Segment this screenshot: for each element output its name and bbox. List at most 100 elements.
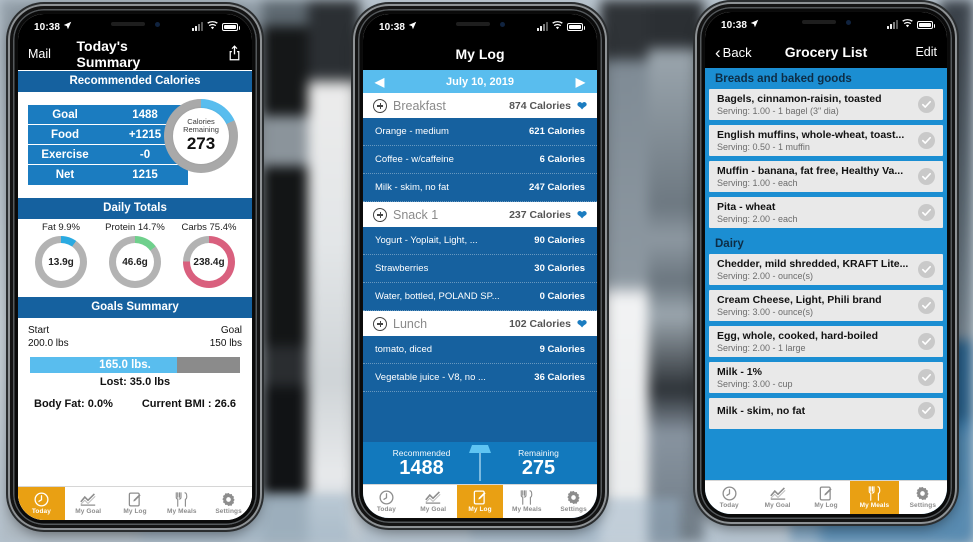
wifi-icon: [902, 19, 913, 31]
food-row[interactable]: Orange - medium 621 Calories: [363, 118, 597, 146]
list-item[interactable]: Cream Cheese, Light, Phili brand Serving:…: [709, 290, 943, 321]
earpiece-speaker: [110, 22, 145, 26]
meal-header-row[interactable]: Snack 1 237 Calories ❤: [363, 202, 597, 227]
tab-settings[interactable]: Settings: [899, 481, 947, 514]
list-item[interactable]: Milk - 1% Serving: 3.00 - cup: [709, 362, 943, 393]
tab-today[interactable]: Today: [363, 485, 410, 518]
checkmark-icon[interactable]: [918, 132, 935, 149]
tab-today[interactable]: Today: [705, 481, 753, 514]
recommended-value: 1488: [399, 456, 444, 479]
checkmark-icon[interactable]: [918, 168, 935, 185]
macro-ring: 46.6g: [109, 236, 161, 288]
food-row[interactable]: Coffee - w/caffeine 6 Calories: [363, 146, 597, 174]
earpiece-speaker: [455, 22, 490, 26]
calories-table: Goal 1488 Food +1215 Exercise -0 Net 121…: [28, 105, 188, 185]
favorite-heart-icon[interactable]: ❤: [577, 317, 587, 331]
meal-name: Snack 1: [393, 207, 439, 222]
tab-label: Settings: [909, 502, 937, 509]
macro-value: 46.6g: [116, 243, 154, 281]
add-food-icon[interactable]: [373, 98, 387, 113]
food-row[interactable]: Strawberries 30 Calories: [363, 255, 597, 283]
meal-calories: 237 Calories: [509, 208, 571, 221]
tab-my-meals[interactable]: My Meals: [158, 487, 205, 520]
checkmark-icon[interactable]: [918, 204, 935, 221]
food-row[interactable]: tomato, diced 9 Calories: [363, 336, 597, 364]
donut-value: 273: [186, 134, 216, 154]
food-calories: 247 Calories: [529, 182, 585, 193]
battery-icon: [917, 21, 935, 29]
tab-label: My Meals: [511, 506, 542, 513]
add-food-icon[interactable]: [373, 316, 387, 331]
tab-settings[interactable]: Settings: [550, 485, 597, 518]
tab-my-log[interactable]: My Log: [456, 485, 504, 518]
item-name: English muffins, whole-wheat, toast...: [717, 129, 905, 141]
food-calories: 621 Calories: [529, 126, 585, 137]
list-item[interactable]: Milk - skim, no fat: [709, 398, 943, 429]
checkmark-icon[interactable]: [918, 402, 935, 419]
food-row[interactable]: Vegetable juice - V8, no ... 36 Calories: [363, 364, 597, 392]
clock-icon: [379, 490, 394, 505]
food-calories: 0 Calories: [539, 291, 585, 302]
favorite-heart-icon[interactable]: ❤: [577, 208, 587, 222]
tab-label: Today: [719, 502, 739, 509]
fork-knife-icon: [868, 486, 881, 501]
page-title: My Log: [455, 46, 505, 62]
phone1-navbar: Mail Today's Summary: [18, 38, 252, 70]
front-camera: [499, 21, 505, 27]
tab-my-goal[interactable]: My Goal: [753, 481, 801, 514]
cellular-bars-icon: [537, 22, 548, 31]
list-item[interactable]: Bagels, cinnamon-raisin, toasted Serving:…: [709, 89, 943, 120]
share-icon[interactable]: [227, 44, 242, 64]
food-log-list: Breakfast 874 Calories ❤ Orange - medium 621…: [363, 93, 597, 392]
list-item[interactable]: Muffin - banana, fat free, Healthy Va...…: [709, 161, 943, 192]
add-food-icon[interactable]: [373, 207, 387, 222]
front-camera: [845, 19, 851, 25]
phone3-screen: 10:38 ‹ Back Grocery List Edit Breads an…: [705, 12, 947, 514]
goals-summary-header: Goals Summary: [18, 296, 252, 319]
food-row[interactable]: Milk - skim, no fat 247 Calories: [363, 174, 597, 202]
food-calories: 90 Calories: [534, 235, 585, 246]
food-name: Coffee - w/caffeine: [375, 154, 454, 165]
food-row[interactable]: Yogurt - Yoplait, Light, ... 90 Calories: [363, 227, 597, 255]
food-name: Yogurt - Yoplait, Light, ...: [375, 235, 478, 246]
table-row: Exercise -0: [28, 145, 188, 165]
item-name: Muffin - banana, fat free, Healthy Va...: [717, 165, 904, 177]
list-item[interactable]: Egg, whole, cooked, hard-boiled Serving: …: [709, 326, 943, 357]
mail-back-button[interactable]: Mail: [28, 47, 51, 61]
item-serving: Serving: 3.00 - cup: [717, 379, 793, 389]
tab-my-goal[interactable]: My Goal: [65, 487, 112, 520]
back-button[interactable]: ‹ Back: [715, 44, 752, 61]
meal-header-row[interactable]: Breakfast 874 Calories ❤: [363, 93, 597, 118]
checkmark-icon[interactable]: [918, 96, 935, 113]
tab-label: My Meals: [859, 502, 890, 509]
macros-row: Fat 9.9% 13.9g Protein 14.7% 46.6g Carbs…: [18, 220, 252, 296]
phone2-screen: 10:38 My Log ◀ July 10, 2019 ▶ Breakfast…: [363, 14, 597, 518]
food-row[interactable]: Water, bottled, POLAND SP... 0 Calories: [363, 283, 597, 311]
clock-icon: [722, 486, 737, 501]
checkmark-icon[interactable]: [918, 333, 935, 350]
edit-button[interactable]: Edit: [915, 45, 937, 59]
line-chart-icon: [769, 487, 786, 500]
list-item[interactable]: Chedder, mild shredded, KRAFT Lite... Ser…: [709, 254, 943, 285]
tab-my-meals[interactable]: My Meals: [503, 485, 550, 518]
checkmark-icon[interactable]: [918, 261, 935, 278]
triangle-left-icon[interactable]: ◀: [375, 75, 384, 89]
tab-my-meals[interactable]: My Meals: [850, 481, 899, 514]
triangle-right-icon[interactable]: ▶: [576, 75, 585, 89]
list-item[interactable]: English muffins, whole-wheat, toast... Se…: [709, 125, 943, 156]
tab-today[interactable]: Today: [18, 487, 65, 520]
checkmark-icon[interactable]: [918, 369, 935, 386]
checkmark-icon[interactable]: [918, 297, 935, 314]
tab-my-log[interactable]: My Log: [112, 487, 159, 520]
meal-calories: 102 Calories: [509, 317, 571, 330]
tab-my-goal[interactable]: My Goal: [410, 485, 457, 518]
tab-my-log[interactable]: My Log: [802, 481, 850, 514]
meal-header-row[interactable]: Lunch 102 Calories ❤: [363, 311, 597, 336]
item-serving: Serving: 2.00 - ounce(s): [717, 271, 814, 281]
list-item[interactable]: Pita - wheat Serving: 2.00 - each: [709, 197, 943, 228]
phone-my-log: 10:38 My Log ◀ July 10, 2019 ▶ Breakfast…: [355, 6, 605, 526]
tab-label: My Goal: [420, 506, 447, 513]
chevron-left-icon: ‹: [715, 42, 721, 62]
favorite-heart-icon[interactable]: ❤: [577, 99, 587, 113]
tab-settings[interactable]: Settings: [205, 487, 252, 520]
